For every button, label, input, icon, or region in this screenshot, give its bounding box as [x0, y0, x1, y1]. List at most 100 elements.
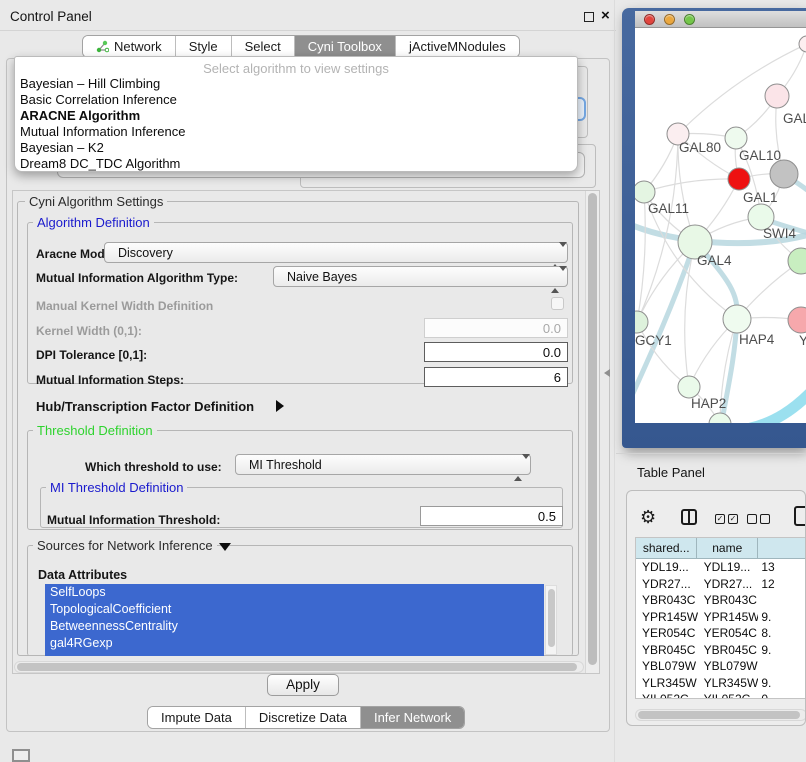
table-row[interactable]: YBL079WYBL079W [636, 658, 806, 675]
tab-label: Discretize Data [259, 710, 347, 725]
node-label: HAP4 [739, 332, 775, 347]
column-header-3[interactable] [758, 538, 806, 558]
node-label: GCY1 [635, 333, 672, 348]
deselect-all-checkbox-icon[interactable] [747, 514, 757, 524]
table-horizontal-scrollbar[interactable] [635, 709, 806, 721]
name-cell: YBR043C [698, 592, 759, 609]
tab-style[interactable]: Style [175, 36, 231, 57]
network-node-hap2[interactable] [678, 376, 700, 398]
which-threshold-select[interactable]: MI Threshold [235, 454, 531, 475]
select-all-checkbox-icon[interactable]: ✓ [715, 514, 725, 524]
shared-name-cell: YDL19... [636, 559, 698, 576]
network-node-gal11[interactable] [635, 181, 655, 203]
network-node[interactable] [709, 413, 731, 423]
settings-horizontal-scrollbar[interactable] [14, 661, 584, 673]
table-row[interactable]: YIL052CYIL052C0. [636, 691, 806, 699]
table-row[interactable]: YDR27...YDR27...12 [636, 576, 806, 593]
network-canvas[interactable]: GALGAL80GAL10GAL1GAL11SWI4GAL4GCY1HAP4YH… [635, 28, 806, 423]
tab-infer-network[interactable]: Infer Network [360, 707, 464, 728]
dock-panel-icon[interactable] [12, 749, 30, 762]
mi-threshold-field[interactable]: 0.5 [420, 506, 563, 526]
show-columns-icon[interactable] [681, 509, 697, 525]
mi-type-value: Naive Bayes [287, 270, 357, 284]
settings-vertical-scrollbar[interactable] [585, 191, 599, 673]
network-window-titlebar[interactable] [635, 11, 806, 28]
table-row[interactable]: YBR043CYBR043C [636, 592, 806, 609]
network-view-window[interactable]: GALGAL80GAL10GAL1GAL11SWI4GAL4GCY1HAP4YH… [622, 8, 806, 448]
attribute-item-selfloops[interactable]: SelfLoops [45, 584, 544, 601]
network-node-gcy1[interactable] [635, 311, 648, 333]
close-panel-icon[interactable]: × [601, 7, 610, 25]
network-node[interactable] [799, 36, 806, 52]
name-cell: YDR27... [698, 576, 759, 593]
deselect-all-checkbox-icon[interactable] [760, 514, 770, 524]
column-header-name[interactable]: name [697, 538, 758, 558]
node-label: GAL10 [739, 148, 781, 163]
network-node[interactable] [788, 248, 806, 274]
tab-select[interactable]: Select [231, 36, 294, 57]
tab-cyni-toolbox[interactable]: Cyni Toolbox [294, 36, 395, 57]
algorithm-option-bayesian-hill-climbing[interactable]: Bayesian – Hill Climbing [15, 76, 577, 92]
attributes-list-scrollbar[interactable] [545, 585, 557, 655]
tab-jactivemnodules[interactable]: jActiveMNodules [395, 36, 519, 57]
expand-hub-section-icon[interactable] [276, 400, 284, 412]
mi-steps-field[interactable]: 6 [424, 367, 568, 387]
panel-divider[interactable] [614, 0, 615, 762]
column-header-shared[interactable]: shared... [636, 538, 697, 558]
threshold-definition-title: Threshold Definition [33, 423, 157, 438]
dpi-tolerance-label: DPI Tolerance [0,1]: [36, 348, 147, 362]
collapse-sources-icon[interactable] [219, 543, 231, 551]
network-node-gal[interactable] [765, 84, 789, 108]
shared-name-cell: YLR345W [636, 675, 698, 692]
function-builder-icon[interactable] [794, 506, 806, 526]
control-panel-titlebar: Control Panel × [0, 0, 616, 31]
table-settings-gear-icon[interactable]: ⚙ [640, 507, 656, 527]
table-panel-divider [616, 453, 806, 454]
table-row[interactable]: YDL19...YDL19...13 [636, 559, 806, 576]
tab-label: Cyni Toolbox [308, 39, 382, 54]
tab-discretize-data[interactable]: Discretize Data [245, 707, 360, 728]
network-node[interactable] [770, 160, 798, 188]
tab-impute-data[interactable]: Impute Data [148, 707, 245, 728]
value-cell: 8. [758, 625, 806, 642]
select-all-checkbox-icon[interactable]: ✓ [728, 514, 738, 524]
tab-network[interactable]: Network [83, 36, 175, 57]
attribute-item-gal4rgexp[interactable]: gal4RGexp [45, 635, 544, 652]
aracne-mode-select[interactable]: Discovery [104, 242, 568, 263]
apply-button[interactable]: Apply [267, 674, 339, 696]
combo-stepper-icon [551, 247, 559, 265]
attribute-item-betweennesscentrality[interactable]: BetweennessCentrality [45, 618, 544, 635]
mac-zoom-icon[interactable] [684, 14, 695, 25]
table-row[interactable]: YBR045CYBR045C9. [636, 642, 806, 659]
dpi-tolerance-field[interactable]: 0.0 [424, 342, 568, 362]
algorithm-option-mutual-information-inference[interactable]: Mutual Information Inference [15, 124, 577, 140]
algorithm-option-basic-correlation-inference[interactable]: Basic Correlation Inference [15, 92, 577, 108]
table-row[interactable]: YLR345WYLR345W9. [636, 675, 806, 692]
attribute-item-topologicalcoefficient[interactable]: TopologicalCoefficient [45, 601, 544, 618]
table-row[interactable]: YPR145WYPR145W9. [636, 609, 806, 626]
name-cell: YDL19... [698, 559, 759, 576]
network-node-gal1[interactable] [728, 168, 750, 190]
algorithm-definition-title: Algorithm Definition [33, 215, 154, 230]
table-row[interactable]: YER054CYER054C8. [636, 625, 806, 642]
mac-minimize-icon[interactable] [664, 14, 675, 25]
mi-type-select[interactable]: Naive Bayes [273, 266, 568, 287]
network-node-gal10[interactable] [725, 127, 747, 149]
network-node-y[interactable] [788, 307, 806, 333]
kernel-width-field[interactable]: 0.0 [424, 318, 568, 338]
manual-kernel-checkbox[interactable] [551, 297, 564, 310]
algorithm-option-dream8-dc-tdc-algorithm[interactable]: Dream8 DC_TDC Algorithm [15, 156, 577, 172]
algorithm-option-bayesian-k2[interactable]: Bayesian – K2 [15, 140, 577, 156]
data-attributes-list[interactable]: SelfLoopsTopologicalCoefficientBetweenne… [45, 584, 544, 656]
network-edge [637, 192, 645, 322]
node-label: GAL1 [743, 190, 778, 205]
cyni-bottom-tabs: Impute Data Discretize Data Infer Network [147, 706, 465, 729]
float-panel-icon[interactable] [584, 12, 594, 22]
mi-threshold-label: Mutual Information Threshold: [47, 513, 220, 527]
mac-close-icon[interactable] [644, 14, 655, 25]
manual-kernel-label: Manual Kernel Width Definition [36, 299, 213, 313]
algorithm-option-aracne-algorithm[interactable]: ARACNE Algorithm [15, 108, 577, 124]
network-node-hap4[interactable] [723, 305, 751, 333]
tab-label: Style [189, 39, 218, 54]
panel-divider-handle-icon[interactable] [604, 369, 610, 377]
